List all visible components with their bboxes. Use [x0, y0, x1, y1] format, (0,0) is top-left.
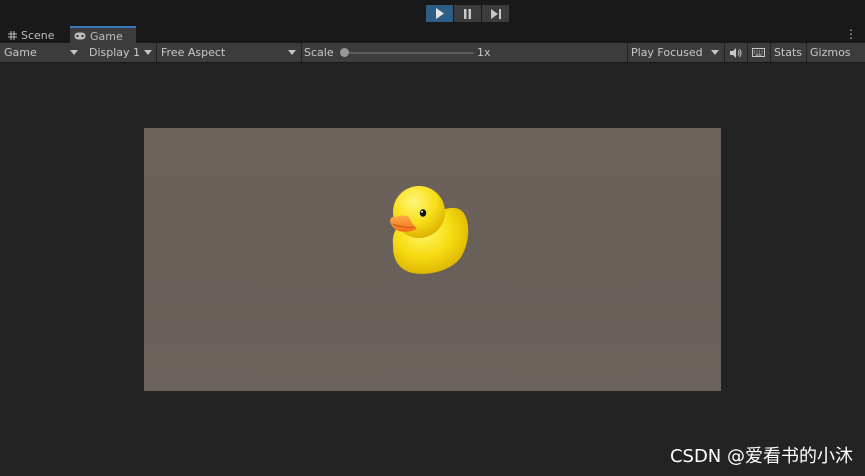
play-controls — [426, 5, 510, 22]
pause-icon — [464, 8, 471, 19]
toolbar-divider — [301, 43, 302, 62]
tab-game-label: Game — [90, 29, 123, 43]
scale-slider-thumb[interactable] — [340, 48, 349, 57]
chevron-down-icon — [288, 50, 296, 55]
gizmos-dropdown[interactable]: Gizmos — [806, 43, 865, 62]
scale-slider-track — [344, 52, 474, 54]
play-button[interactable] — [426, 5, 453, 22]
play-mode-label: Play Focused — [631, 46, 703, 59]
view-mode-label: Game — [4, 46, 37, 59]
chevron-down-icon — [144, 50, 152, 55]
keyboard-icon — [752, 48, 765, 57]
keyboard-shortcuts-button[interactable] — [747, 43, 769, 62]
scale-slider[interactable] — [340, 43, 474, 62]
display-label: Display 1 — [89, 46, 141, 59]
game-view-toolbar: Game Display 1 Free Aspect Scale 1x Play… — [0, 43, 865, 63]
tab-scene[interactable]: Scene — [4, 27, 68, 43]
tab-game[interactable]: Game — [70, 26, 136, 44]
chevron-down-icon — [711, 50, 719, 55]
scale-label: Scale — [304, 46, 334, 59]
view-mode-dropdown[interactable]: Game — [0, 43, 82, 62]
speaker-icon — [729, 47, 741, 58]
play-toolbar — [0, 0, 865, 26]
stats-button[interactable]: Stats — [770, 43, 805, 62]
chevron-down-icon — [70, 50, 78, 55]
tab-scene-label: Scene — [21, 28, 55, 42]
aspect-label: Free Aspect — [161, 46, 226, 59]
step-icon — [490, 8, 501, 19]
gizmos-label: Gizmos — [810, 46, 851, 59]
rubber-duck-image — [390, 186, 469, 274]
scale-value: 1x — [477, 46, 491, 59]
step-button[interactable] — [482, 5, 509, 22]
display-dropdown[interactable]: Display 1 — [84, 43, 156, 62]
mute-audio-button[interactable] — [724, 43, 746, 62]
csdn-watermark: CSDN @爱看书的小沐 — [669, 446, 853, 467]
gamepad-icon — [74, 32, 86, 40]
play-mode-dropdown[interactable]: Play Focused — [627, 43, 723, 62]
aspect-dropdown[interactable]: Free Aspect — [156, 43, 300, 62]
pause-button[interactable] — [454, 5, 481, 22]
scene-grid-icon — [8, 30, 17, 40]
play-icon — [435, 8, 444, 19]
more-options-icon[interactable]: ⋮ — [845, 28, 857, 40]
